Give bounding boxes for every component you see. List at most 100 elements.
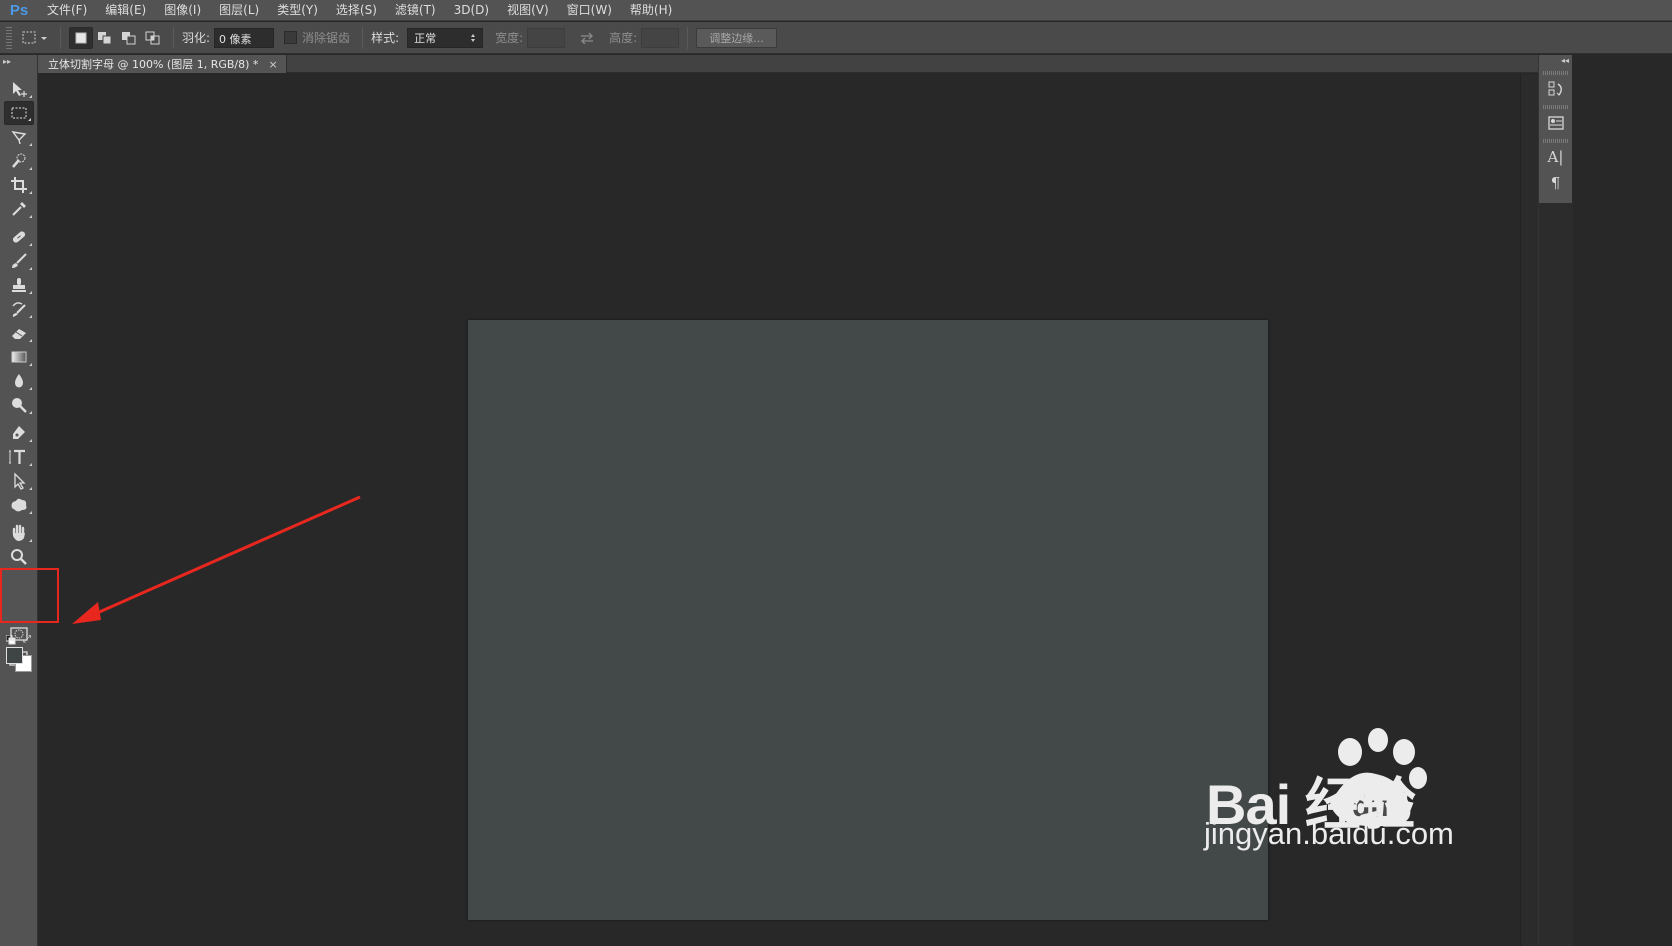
width-input[interactable] xyxy=(527,27,566,48)
new-selection-button[interactable] xyxy=(69,26,93,49)
marquee-preset-icon xyxy=(22,31,47,43)
quick-selection-icon xyxy=(12,153,26,168)
menu-select[interactable]: 选择(S) xyxy=(327,0,386,21)
healing-brush-icon xyxy=(12,231,26,243)
crop-tool-icon xyxy=(11,177,27,193)
blur-tool-icon xyxy=(15,374,23,388)
menu-view[interactable]: 视图(V) xyxy=(498,0,558,21)
dodge-tool[interactable] xyxy=(4,393,34,417)
path-selection-icon xyxy=(14,472,26,490)
type-tool[interactable] xyxy=(4,445,34,469)
quick-mask-mode[interactable] xyxy=(4,622,34,646)
pen-tool[interactable] xyxy=(4,421,34,445)
feather-label: 羽化: xyxy=(182,31,211,45)
vertical-scrollbar[interactable] xyxy=(1520,74,1538,946)
collapse-tools-icon[interactable]: ▸▸ xyxy=(0,55,37,67)
hand-tool-icon xyxy=(12,524,25,541)
spot-healing-brush-tool[interactable] xyxy=(4,225,34,249)
new-selection-icon xyxy=(75,32,87,43)
rectangular-marquee-icon xyxy=(11,107,27,119)
add-to-selection-button[interactable] xyxy=(93,27,117,49)
options-separator xyxy=(362,26,364,49)
tool-preset-picker[interactable] xyxy=(18,27,52,49)
history-brush-tool[interactable] xyxy=(4,297,34,321)
intersect-selection-button[interactable] xyxy=(141,27,165,49)
dock-grip[interactable] xyxy=(1542,71,1569,75)
width-label: 宽度: xyxy=(495,31,524,45)
style-select-value: 正常 xyxy=(414,31,437,45)
document-tab[interactable]: 立体切割字母 @ 100% (图层 1, RGB/8) * × xyxy=(38,55,287,73)
refine-edge-button[interactable]: 调整边缘... xyxy=(696,27,777,48)
options-bar: 羽化: 0 像素 消除锯齿 样式: 正常 宽度: 高度: 调整边缘... xyxy=(0,22,1672,54)
dock-grip[interactable] xyxy=(1542,105,1569,109)
feather-input[interactable]: 0 像素 xyxy=(214,27,275,48)
style-select[interactable]: 正常 xyxy=(407,27,484,48)
shape-tool[interactable] xyxy=(4,493,34,517)
pen-tool-icon xyxy=(13,426,25,439)
antialias-label: 消除锯齿 xyxy=(302,31,351,45)
menu-help[interactable]: 帮助(H) xyxy=(621,0,681,21)
paragraph-icon[interactable]: ¶ xyxy=(1541,171,1571,195)
close-icon[interactable]: × xyxy=(268,58,277,71)
menu-layer[interactable]: 图层(L) xyxy=(210,0,268,21)
lasso-tool[interactable] xyxy=(4,125,34,149)
height-label: 高度: xyxy=(609,31,638,45)
menu-filter[interactable]: 滤镜(T) xyxy=(386,0,445,21)
select-arrows-icon xyxy=(471,33,476,42)
hand-tool[interactable] xyxy=(4,521,34,545)
properties-icon[interactable] xyxy=(1541,111,1571,135)
menu-edit[interactable]: 编辑(E) xyxy=(96,0,155,21)
history-brush-icon xyxy=(12,302,26,317)
eyedropper-tool[interactable] xyxy=(4,197,34,221)
options-separator xyxy=(173,26,174,49)
panel-dock: ◂◂ A| ¶ xyxy=(1538,55,1573,946)
eyedropper-icon xyxy=(12,202,26,216)
clone-stamp-icon xyxy=(12,278,26,292)
foreground-color-swatch[interactable] xyxy=(6,647,23,664)
document-canvas[interactable] xyxy=(468,320,1268,920)
options-bar-grip[interactable] xyxy=(6,26,12,49)
lasso-tool-icon xyxy=(11,131,27,145)
custom-shape-icon xyxy=(11,498,27,512)
brush-tool[interactable] xyxy=(4,249,34,273)
menu-file[interactable]: 文件(F) xyxy=(38,0,96,21)
type-tool-icon xyxy=(9,449,25,464)
eraser-tool-icon xyxy=(12,329,26,339)
annotation-highlight-box xyxy=(0,568,59,623)
rectangular-marquee-tool[interactable] xyxy=(4,101,34,125)
options-separator xyxy=(687,26,689,49)
quick-mask-icon xyxy=(10,627,28,641)
menu-3d[interactable]: 3D(D) xyxy=(445,0,498,21)
history-icon[interactable] xyxy=(1541,77,1571,101)
antialias-checkbox[interactable] xyxy=(284,31,298,44)
canvas-area[interactable] xyxy=(38,74,1520,946)
move-tool[interactable] xyxy=(4,77,34,101)
move-tool-icon xyxy=(13,82,27,97)
eraser-tool[interactable] xyxy=(4,321,34,345)
gradient-tool-icon xyxy=(11,351,27,363)
tools-panel: ▸▸ ⤢ xyxy=(0,55,38,946)
style-label: 样式: xyxy=(371,31,400,45)
document-tab-title: 立体切割字母 @ 100% (图层 1, RGB/8) * xyxy=(48,58,259,71)
menu-window[interactable]: 窗口(W) xyxy=(558,0,621,21)
clone-stamp-tool[interactable] xyxy=(4,273,34,297)
menu-image[interactable]: 图像(I) xyxy=(155,0,210,21)
gradient-tool[interactable] xyxy=(4,345,34,369)
subtract-from-selection-button[interactable] xyxy=(117,27,141,49)
intersect-selection-icon xyxy=(145,31,160,44)
height-input[interactable] xyxy=(641,27,680,48)
dock-grip[interactable] xyxy=(1542,139,1569,143)
path-selection-tool[interactable] xyxy=(4,469,34,493)
expand-panels-icon[interactable]: ◂◂ xyxy=(1539,55,1572,67)
swap-arrows-icon xyxy=(581,32,594,44)
crop-tool[interactable] xyxy=(4,173,34,197)
quick-selection-tool[interactable] xyxy=(4,149,34,173)
swap-dimensions-button[interactable] xyxy=(565,27,609,49)
photoshop-logo: Ps xyxy=(9,1,29,19)
blur-tool[interactable] xyxy=(4,369,34,393)
menu-type[interactable]: 类型(Y) xyxy=(268,0,327,21)
add-selection-icon xyxy=(98,31,112,44)
character-icon[interactable]: A| xyxy=(1541,145,1571,169)
document-tab-strip: 立体切割字母 @ 100% (图层 1, RGB/8) * × xyxy=(38,55,1538,73)
zoom-tool[interactable] xyxy=(4,545,34,569)
